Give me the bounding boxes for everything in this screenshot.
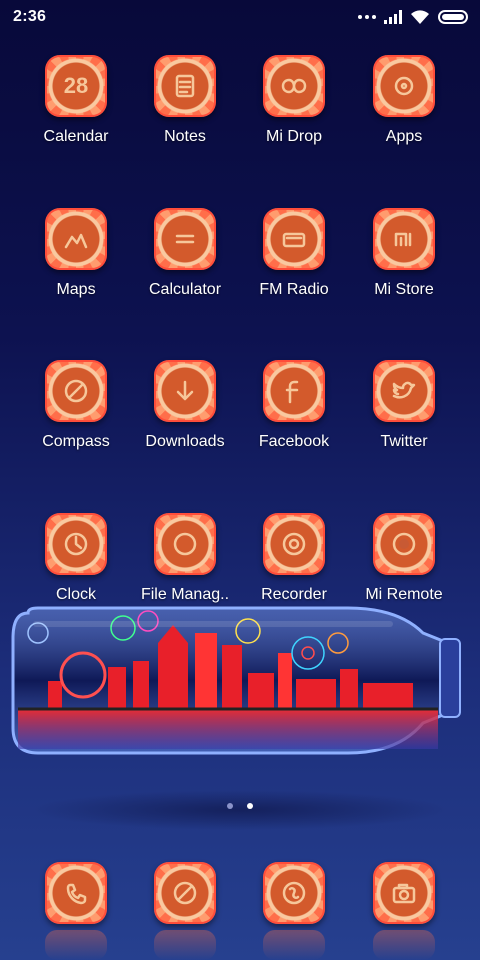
- app-label: Compass: [42, 433, 110, 450]
- dock-icon-reflection: [45, 930, 107, 960]
- calendar-date: 28: [63, 73, 89, 98]
- app-label: Recorder: [261, 586, 327, 603]
- calculator-icon-glyph: [168, 222, 202, 256]
- phone-icon-glyph: [59, 876, 93, 910]
- camera-icon: [373, 862, 435, 924]
- dock-icon-reflection: [373, 930, 435, 960]
- clock-icon: [45, 513, 107, 575]
- app-label: Downloads: [145, 433, 225, 450]
- bottle-neck: [439, 638, 461, 718]
- app-label: FM Radio: [259, 281, 329, 298]
- browser-compass-icon-glyph: [168, 876, 202, 910]
- battery-icon: [438, 10, 468, 24]
- remote-icon: [373, 513, 435, 575]
- app-facebook[interactable]: Facebook: [239, 360, 349, 470]
- app-label: Calendar: [43, 128, 109, 145]
- map-icon-glyph: [59, 222, 93, 256]
- app-mi-store[interactable]: Mi Store: [349, 208, 459, 318]
- app-apps[interactable]: Apps: [349, 55, 459, 165]
- dock-icon-reflection: [154, 930, 216, 960]
- apps-icon: [373, 55, 435, 117]
- recorder-icon: [263, 513, 325, 575]
- twitter-bird-icon-glyph: [387, 374, 421, 408]
- app-label: File Manag..: [140, 586, 230, 603]
- infinity-icon-glyph: [277, 69, 311, 103]
- radio-icon-glyph: [277, 222, 311, 256]
- browser-compass-icon: [154, 862, 216, 924]
- dock-icon-reflection: [263, 930, 325, 960]
- compass-icon-glyph: [59, 374, 93, 408]
- map-icon: [45, 208, 107, 270]
- app-downloads[interactable]: Downloads: [130, 360, 240, 470]
- app-twitter[interactable]: Twitter: [349, 360, 459, 470]
- notes-icon: [154, 55, 216, 117]
- bottle-water: [18, 709, 438, 749]
- app-label: Maps: [56, 281, 96, 298]
- bottle-city-widget[interactable]: [8, 603, 468, 763]
- folder-icon-glyph: [168, 527, 202, 561]
- mi-logo-icon-glyph: [387, 222, 421, 256]
- messaging-icon-glyph: [277, 876, 311, 910]
- mi-logo-icon: [373, 208, 435, 270]
- status-bar: 2:36: [0, 0, 480, 34]
- facebook-icon-glyph: [277, 374, 311, 408]
- app-label: Mi Remote: [365, 586, 443, 603]
- status-time: 2:36: [13, 8, 47, 25]
- twitter-bird-icon: [373, 360, 435, 422]
- app-label: Mi Store: [374, 281, 434, 298]
- notes-icon-glyph: [168, 69, 202, 103]
- app-calculator[interactable]: Calculator: [130, 208, 240, 318]
- page-dot-1: [227, 803, 233, 809]
- app-label: Facebook: [258, 433, 330, 450]
- apps-icon-glyph: [387, 69, 421, 103]
- calendar-icon: 28: [45, 55, 107, 117]
- app-compass[interactable]: Compass: [21, 360, 131, 470]
- camera-icon-glyph: [387, 876, 421, 910]
- app-label: Twitter: [380, 433, 428, 450]
- dock-shadow: [30, 790, 450, 830]
- page-dot-2: [247, 803, 253, 809]
- download-arrow-icon: [154, 360, 216, 422]
- app-fm-radio[interactable]: FM Radio: [239, 208, 349, 318]
- infinity-icon: [263, 55, 325, 117]
- page-indicator: [0, 803, 480, 809]
- cellular-signal-icon: [384, 10, 402, 24]
- folder-icon: [154, 513, 216, 575]
- app-mi-drop[interactable]: Mi Drop: [239, 55, 349, 165]
- app-label: Apps: [385, 128, 423, 145]
- recorder-icon-glyph: [277, 527, 311, 561]
- remote-icon-glyph: [387, 527, 421, 561]
- glass-highlight: [33, 621, 393, 627]
- facebook-icon: [263, 360, 325, 422]
- clock-icon-glyph: [59, 527, 93, 561]
- app-label: Calculator: [148, 281, 222, 298]
- messaging-icon: [263, 862, 325, 924]
- app-notes[interactable]: Notes: [130, 55, 240, 165]
- app-calendar[interactable]: 28 Calendar: [21, 55, 131, 165]
- app-maps[interactable]: Maps: [21, 208, 131, 318]
- wifi-icon: [411, 10, 429, 24]
- more-dots-icon: [358, 15, 376, 19]
- download-arrow-icon-glyph: [168, 374, 202, 408]
- app-label: Mi Drop: [265, 128, 322, 145]
- calculator-icon: [154, 208, 216, 270]
- compass-icon: [45, 360, 107, 422]
- status-icons: [358, 8, 468, 26]
- app-label: Notes: [164, 128, 206, 145]
- app-label: Clock: [55, 586, 96, 603]
- phone-icon: [45, 862, 107, 924]
- radio-icon: [263, 208, 325, 270]
